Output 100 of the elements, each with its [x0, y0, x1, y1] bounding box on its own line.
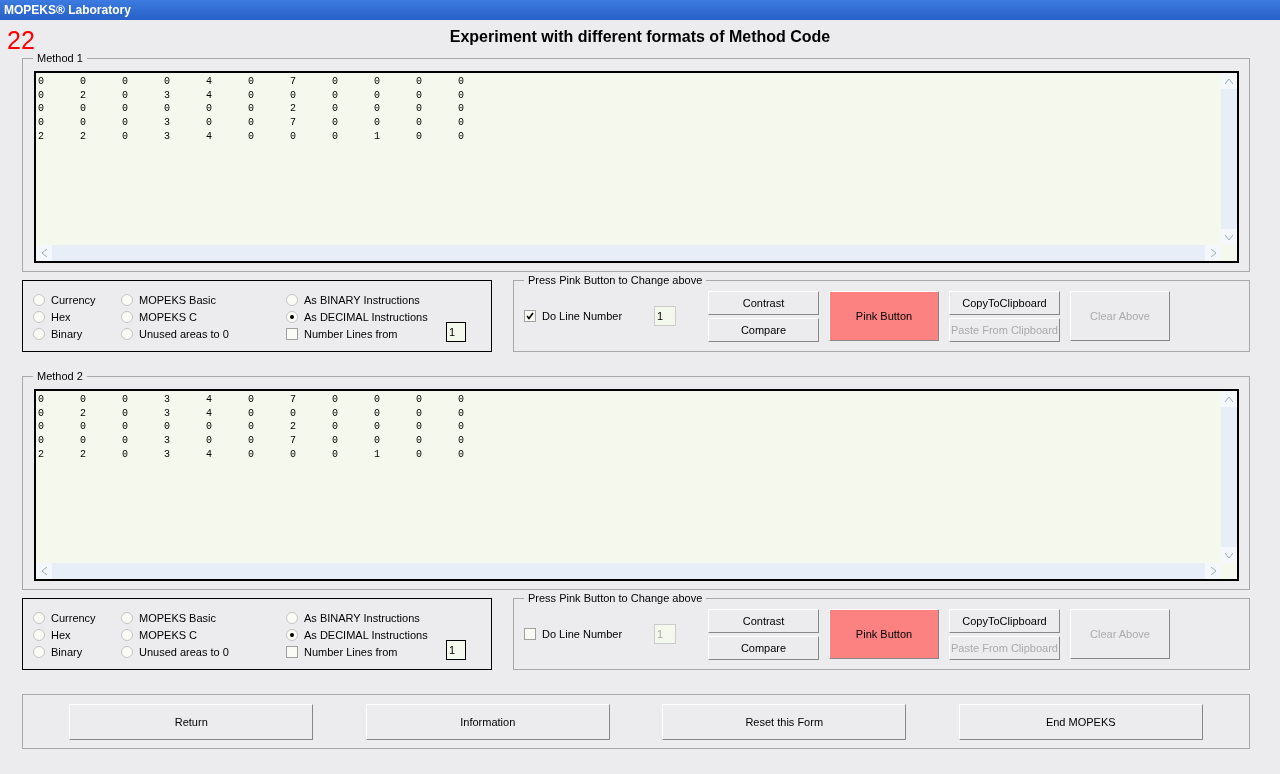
scroll-right-icon[interactable]	[1205, 245, 1221, 261]
code-value: 0	[458, 88, 465, 103]
code-value: 0	[332, 434, 339, 448]
code-value: 0	[122, 129, 129, 144]
code-value: 0	[290, 88, 297, 103]
footer-button[interactable]: Reset this Form	[662, 703, 907, 740]
code-value: 0	[374, 116, 381, 130]
scroll-up-icon[interactable]	[1221, 391, 1237, 407]
code-value: 1	[374, 447, 381, 462]
code-value: 0	[248, 434, 255, 448]
action-button[interactable]: Contrast	[708, 608, 819, 633]
radio-button[interactable]	[121, 628, 133, 641]
code-value: 2	[80, 129, 87, 144]
code-value: 0	[80, 420, 87, 435]
code-value: 0	[458, 447, 465, 462]
code-value: 0	[416, 116, 423, 130]
option-label: Do Line Number	[542, 310, 623, 322]
scroll-up-icon[interactable]	[1221, 73, 1237, 89]
code-value: 0	[416, 406, 423, 421]
scroll-down-icon[interactable]	[1221, 229, 1237, 245]
code-value: 3	[164, 447, 171, 462]
code-value: 3	[164, 116, 171, 130]
code-value: 0	[458, 393, 465, 407]
action-button[interactable]: CopyToClipboard	[949, 608, 1060, 633]
group-label: Method 2	[33, 370, 87, 382]
code-value: 0	[374, 88, 381, 103]
code-value: 1	[374, 129, 381, 144]
code-value: 0	[374, 406, 381, 421]
checkbox[interactable]	[524, 310, 536, 322]
code-value: 0	[248, 393, 255, 407]
code-value: 0	[122, 420, 129, 435]
footer-button[interactable]: Information	[365, 703, 610, 740]
option-label: Hex	[51, 310, 71, 323]
window-title: MOPEKS® Laboratory	[4, 3, 131, 17]
code-value: 0	[332, 447, 339, 462]
code-value: 0	[332, 393, 339, 407]
radio-button[interactable]	[121, 611, 133, 624]
code-value: 0	[122, 434, 129, 448]
checkbox[interactable]	[524, 628, 536, 640]
code-value: 0	[122, 88, 129, 103]
option-label: As DECIMAL Instructions	[304, 628, 428, 641]
code-value: 0	[332, 102, 339, 117]
checkbox[interactable]	[286, 327, 298, 340]
radio-button[interactable]	[286, 293, 298, 306]
scroll-left-icon[interactable]	[36, 245, 52, 261]
code-text-area[interactable]: 0 0 0 3 4 0 7 0 0 0 0 0 2 0 3 4 0 0 0 0 0 0 0 0 0 0 0 0 2 0 0 0 0 0 0 0 3 0 0 7 0 0 0 0 2 2 0 3 4 0 0 0 1 0 0	[34, 389, 1239, 581]
apply-button[interactable]: Pink Button	[829, 291, 939, 341]
code-value: 0	[206, 102, 213, 117]
line-start-field[interactable]: 1	[446, 640, 466, 660]
group-label: Method 1	[33, 52, 87, 64]
radio-button[interactable]	[286, 611, 298, 624]
code-value: 0	[38, 88, 45, 103]
code-value: 0	[374, 420, 381, 435]
code-value: 0	[248, 447, 255, 462]
option-label: Currency	[51, 293, 96, 306]
radio-button[interactable]	[33, 628, 45, 641]
radio-button[interactable]	[33, 310, 45, 323]
scroll-right-icon[interactable]	[1205, 563, 1221, 579]
radio-button[interactable]	[121, 310, 133, 323]
apply-button[interactable]: Pink Button	[829, 609, 939, 659]
scroll-left-icon[interactable]	[36, 563, 52, 579]
code-value: 0	[458, 406, 465, 421]
code-value: 0	[122, 102, 129, 117]
radio-button[interactable]	[286, 628, 298, 641]
code-value: 0	[248, 406, 255, 421]
radio-button[interactable]	[121, 327, 133, 340]
action-button[interactable]: Compare	[708, 635, 819, 660]
radio-button[interactable]	[33, 327, 45, 340]
code-value: 2	[80, 406, 87, 421]
code-value: 0	[332, 75, 339, 89]
action-button[interactable]: Compare	[708, 317, 819, 342]
checkbox[interactable]	[286, 645, 298, 658]
code-value: 0	[374, 393, 381, 407]
line-start-field[interactable]: 1	[446, 322, 466, 342]
footer-button[interactable]: Return	[69, 703, 314, 740]
code-value: 3	[164, 434, 171, 448]
code-value: 0	[332, 88, 339, 103]
radio-button[interactable]	[121, 645, 133, 658]
code-value: 2	[290, 420, 297, 435]
panel-label: Press Pink Button to Change above	[524, 274, 707, 286]
option-label: Unused areas to 0	[139, 327, 229, 340]
scroll-down-icon[interactable]	[1221, 547, 1237, 563]
code-value: 0	[332, 406, 339, 421]
radio-button[interactable]	[33, 611, 45, 624]
code-value: 0	[248, 116, 255, 130]
action-button[interactable]: Contrast	[708, 290, 819, 315]
code-value: 0	[38, 420, 45, 435]
code-value: 0	[290, 129, 297, 144]
radio-button[interactable]	[33, 293, 45, 306]
radio-button[interactable]	[286, 310, 298, 323]
code-value: 0	[38, 434, 45, 448]
code-value: 0	[458, 434, 465, 448]
action-button[interactable]: CopyToClipboard	[949, 290, 1060, 315]
radio-button[interactable]	[121, 293, 133, 306]
radio-button[interactable]	[33, 645, 45, 658]
footer-button[interactable]: End MOPEKS	[958, 703, 1203, 740]
code-text-area[interactable]: 0 0 0 0 4 0 7 0 0 0 0 0 2 0 3 4 0 0 0 0 0 0 0 0 0 0 0 0 2 0 0 0 0 0 0 0 3 0 0 7 0 0 0 0 2 2 0 3 4 0 0 0 1 0 0	[34, 71, 1239, 263]
line-number-field[interactable]: 1	[654, 306, 676, 326]
code-value: 0	[416, 75, 423, 89]
code-value: 0	[290, 447, 297, 462]
